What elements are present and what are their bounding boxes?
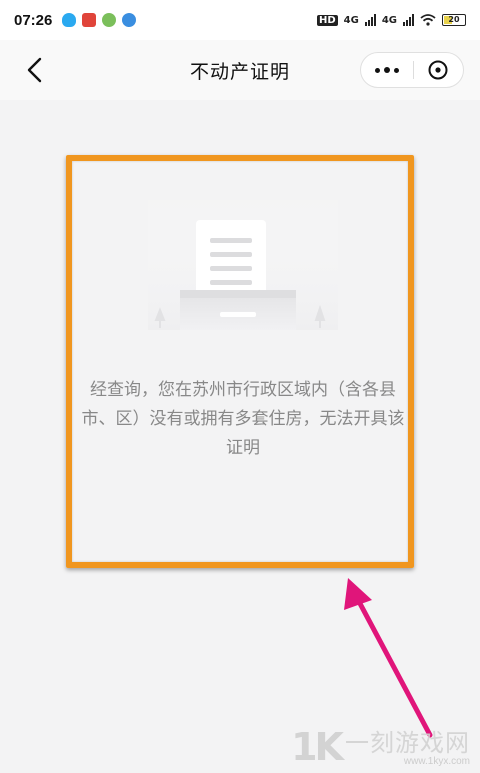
battery-icon: 20 bbox=[442, 14, 466, 26]
annotation-arrow-icon bbox=[344, 578, 433, 738]
back-button[interactable] bbox=[22, 56, 50, 84]
watermark-text: 一刻游戏网 bbox=[345, 729, 470, 757]
qq-icon bbox=[62, 13, 77, 27]
more-dots-icon bbox=[374, 67, 380, 73]
close-circle-icon bbox=[428, 60, 448, 80]
status-time: 07:26 bbox=[14, 11, 53, 29]
wifi-icon bbox=[420, 14, 436, 26]
status-indicators: HD 4G 4G 20 bbox=[316, 14, 466, 26]
more-button[interactable] bbox=[361, 53, 413, 87]
empty-document-icon bbox=[148, 190, 338, 330]
app-notification-icon bbox=[82, 13, 97, 27]
watermark-logo: 1K bbox=[291, 725, 344, 769]
network-1-label: 4G bbox=[343, 14, 359, 26]
status-bar: 07:26 HD 4G 4G 20 bbox=[0, 0, 480, 40]
empty-state-message: 经查询，您在苏州市行政区域内（含各县市、区）没有或拥有多套住房，无法开具该证明 bbox=[81, 380, 405, 458]
network-2-label: 4G bbox=[381, 14, 397, 26]
more-dots-icon bbox=[383, 67, 390, 73]
chevron-left-icon bbox=[27, 57, 42, 83]
nav-bar: 不动产证明 bbox=[0, 40, 480, 100]
close-button[interactable] bbox=[413, 53, 463, 87]
page-title: 不动产证明 bbox=[189, 60, 290, 83]
app-notification-icon bbox=[102, 13, 117, 27]
hd-badge: HD bbox=[316, 14, 338, 26]
signal-2-icon bbox=[403, 14, 414, 26]
more-dots-icon bbox=[393, 67, 399, 73]
app-notification-icon bbox=[122, 13, 137, 27]
mini-program-capsule bbox=[360, 52, 464, 88]
signal-1-icon bbox=[364, 14, 376, 26]
watermark: 1K 一刻游戏网 www.1kyx.com bbox=[291, 727, 470, 767]
battery-level: 20 bbox=[448, 15, 460, 24]
watermark-url: www.1kyx.com bbox=[403, 756, 470, 767]
